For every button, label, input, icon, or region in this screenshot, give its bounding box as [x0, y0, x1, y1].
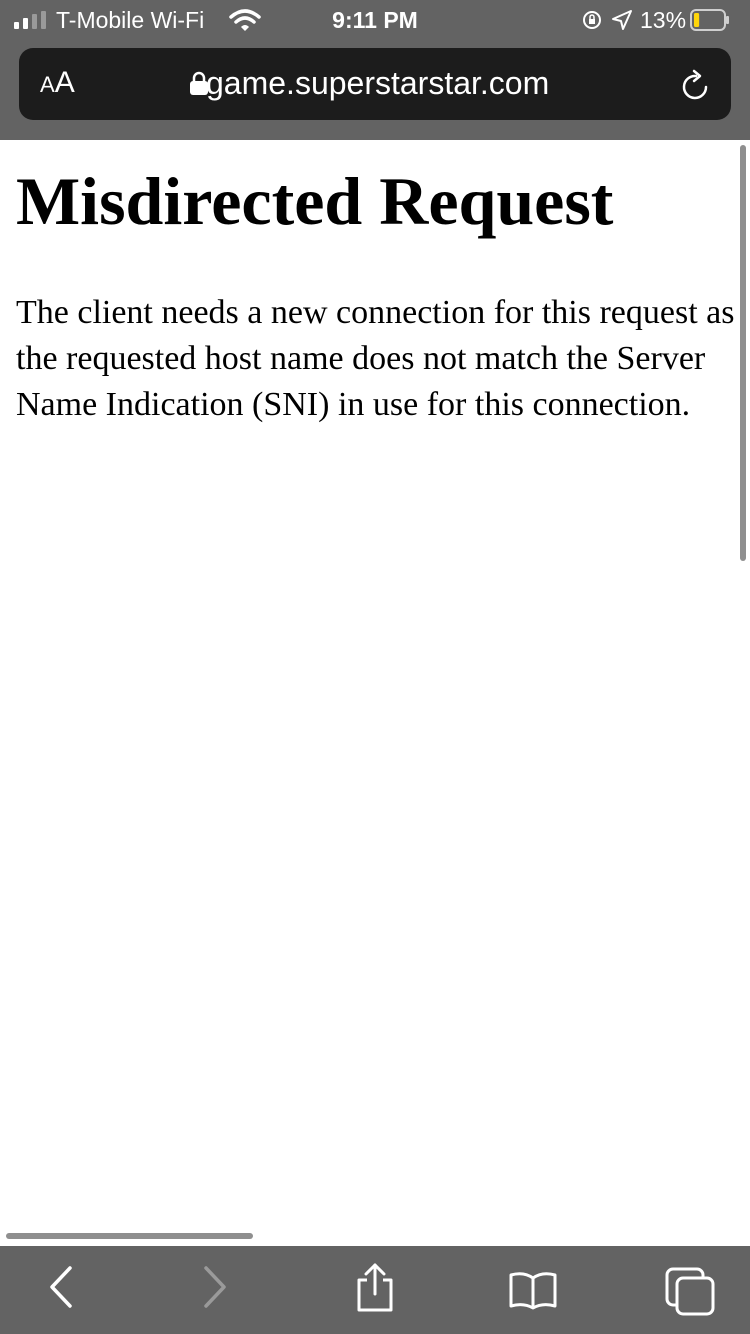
orientation-lock-icon [583, 11, 601, 29]
tabs-icon[interactable] [664, 1266, 716, 1316]
location-icon [612, 10, 632, 30]
page-title: Misdirected Request [16, 163, 614, 239]
error-message: The client needs a new connection for th… [16, 294, 735, 423]
forward-icon[interactable] [200, 1264, 230, 1310]
url-text[interactable]: game.superstarstar.com [206, 65, 549, 102]
browser-top-chrome: T-Mobile Wi-Fi 9:11 PM 13% AA game.super… [0, 0, 750, 140]
text-size-button[interactable]: AA [40, 66, 75, 100]
share-icon[interactable] [354, 1262, 396, 1314]
battery-percent: 13% [640, 7, 687, 33]
reload-icon[interactable] [680, 68, 712, 102]
vertical-scrollbar[interactable] [740, 145, 746, 561]
back-icon[interactable] [46, 1264, 76, 1310]
clock: 9:11 PM [332, 7, 418, 33]
browser-toolbar [0, 1246, 750, 1334]
bookmarks-icon[interactable] [508, 1270, 558, 1310]
web-page: Misdirected Request The client needs a n… [0, 140, 750, 1246]
battery-icon [690, 9, 729, 31]
status-bar: T-Mobile Wi-Fi 9:11 PM 13% [0, 0, 750, 40]
horizontal-scrollbar[interactable] [6, 1233, 253, 1239]
address-bar[interactable]: AA game.superstarstar.com [19, 48, 731, 120]
